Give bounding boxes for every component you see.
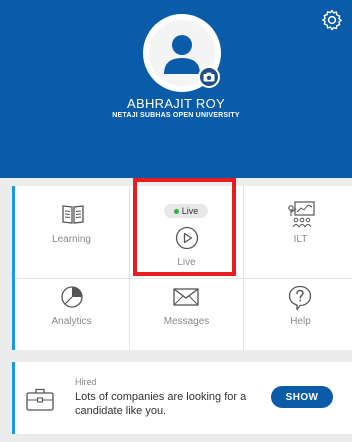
tile-label: Help [290, 316, 311, 327]
change-photo-button[interactable] [198, 66, 220, 88]
tile-ilt[interactable]: ILT [244, 186, 352, 268]
tile-help[interactable]: Help [244, 279, 352, 361]
user-organization: NETAJI SUBHAS OPEN UNIVERSITY [112, 112, 240, 119]
hired-card: Hired Lots of companies are looking for … [12, 362, 352, 434]
profile-header: ABHRAJIT ROY NETAJI SUBHAS OPEN UNIVERSI… [0, 0, 352, 178]
tile-messages[interactable]: Messages [130, 279, 243, 361]
hired-message: Lots of companies are looking for a cand… [75, 391, 247, 417]
tile-label: Learning [52, 234, 91, 245]
settings-gear-icon[interactable] [320, 8, 344, 32]
classroom-icon [288, 201, 315, 228]
live-tile-highlight [133, 178, 236, 276]
tile-label: Messages [163, 316, 210, 327]
envelope-icon [173, 288, 199, 306]
book-icon [62, 205, 84, 224]
question-icon [288, 285, 312, 311]
tile-analytics[interactable]: Analytics [15, 279, 128, 361]
tile-label: Analytics [51, 316, 92, 327]
pie-chart-icon [61, 286, 83, 308]
user-name: ABHRAJIT ROY [127, 96, 225, 111]
camera-icon [203, 72, 215, 82]
tile-label: ILT [293, 234, 308, 245]
briefcase-icon [26, 388, 54, 411]
show-button[interactable]: SHOW [271, 386, 333, 408]
hired-tag: Hired [75, 377, 97, 387]
tile-learning[interactable]: Learning [15, 186, 128, 268]
